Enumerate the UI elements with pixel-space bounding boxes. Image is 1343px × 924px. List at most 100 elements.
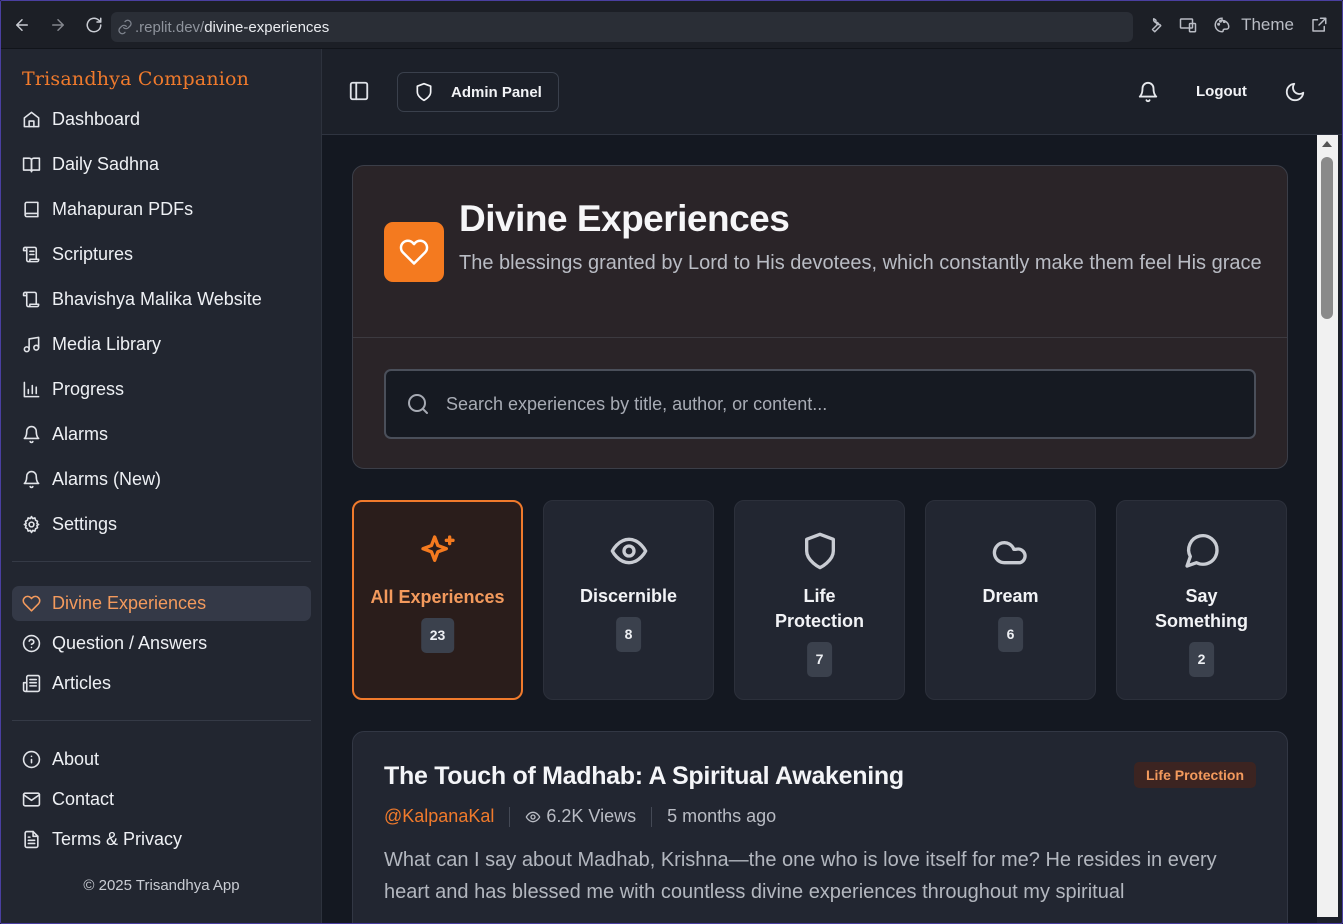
palette-icon[interactable] (1207, 10, 1237, 40)
back-arrow-icon[interactable] (5, 8, 39, 42)
gear-icon (22, 515, 42, 535)
sidebar-item-about[interactable]: About (12, 742, 311, 777)
heart-icon (22, 594, 42, 614)
sidebar-item-bhavishya-malika[interactable]: Bhavishya Malika Website (12, 282, 311, 317)
bar-chart-icon (22, 380, 42, 400)
category-tag: Life Protection (1133, 762, 1256, 788)
sidebar-item-mahapuran-pdfs[interactable]: Mahapuran PDFs (12, 192, 311, 227)
sidebar-item-settings[interactable]: Settings (12, 507, 311, 542)
category-discernible[interactable]: Discernible 8 (543, 500, 714, 700)
browser-toolbar: .replit.dev/divine-experiences Theme (1, 1, 1342, 49)
forward-arrow-icon[interactable] (41, 8, 75, 42)
wrench-icon[interactable] (1139, 10, 1169, 40)
category-count-badge: 23 (420, 618, 455, 653)
heart-icon (384, 222, 444, 282)
home-icon (22, 110, 42, 130)
sidebar-item-label: Question / Answers (52, 633, 208, 653)
shield-icon (735, 531, 904, 573)
category-say-something[interactable]: Say Something 2 (1116, 500, 1287, 700)
meta-separator (651, 806, 653, 827)
hero-card: Divine Experiences The blessings granted… (352, 165, 1288, 469)
search-box[interactable] (384, 369, 1256, 439)
mail-icon (22, 790, 42, 810)
category-label: All Experiences 23 (362, 585, 513, 653)
meta-separator (509, 806, 511, 827)
sidebar-item-progress[interactable]: Progress (12, 372, 311, 407)
experience-title[interactable]: The Touch of Madhab: A Spiritual Awakeni… (384, 762, 904, 791)
sidebar-item-scriptures[interactable]: Scriptures (12, 237, 311, 272)
sidebar-item-label: Daily Sadhna (52, 154, 160, 174)
sidebar-item-divine-experiences[interactable]: Divine Experiences (12, 586, 311, 621)
info-icon (22, 750, 42, 770)
url-domain: .replit.dev/ (135, 18, 205, 36)
category-label: Life Protection 7 (743, 584, 896, 677)
search-input[interactable] (446, 393, 1254, 415)
address-bar[interactable]: .replit.dev/divine-experiences (111, 12, 1133, 42)
sidebar-item-label: Settings (52, 514, 118, 534)
author-link[interactable]: @KalpanaKal (384, 806, 494, 827)
sidebar-item-dashboard[interactable]: Dashboard (12, 102, 311, 137)
sidebar-item-media-library[interactable]: Media Library (12, 327, 311, 362)
theme-button[interactable]: Theme (1241, 15, 1294, 35)
sidebar-toggle-icon[interactable] (348, 80, 370, 102)
category-label: Say Something 2 (1125, 584, 1278, 677)
newspaper-icon (22, 674, 42, 694)
external-link-icon[interactable] (1304, 10, 1334, 40)
admin-panel-button[interactable]: Admin Panel (397, 72, 559, 112)
main-content: Divine Experiences The blessings granted… (322, 135, 1317, 923)
sidebar-item-terms-privacy[interactable]: Terms & Privacy (12, 822, 311, 857)
category-label: Discernible 8 (552, 584, 705, 652)
logout-button[interactable]: Logout (1196, 83, 1247, 100)
sidebar-item-label: About (52, 749, 100, 769)
experience-excerpt: What can I say about Madhab, Krishna—the… (384, 849, 1217, 903)
category-count-badge: 8 (615, 617, 642, 652)
hero-header: Divine Experiences The blessings granted… (353, 166, 1287, 338)
app-header: Admin Panel Logout (322, 49, 1342, 135)
url-path: divine-experiences (204, 18, 330, 36)
category-count-badge: 7 (806, 642, 833, 677)
sidebar-item-label: Scriptures (52, 244, 134, 264)
page-subtitle: The blessings granted by Lord to His dev… (459, 252, 1262, 274)
brand-title[interactable]: Trisandhya Companion (22, 68, 249, 90)
experience-meta: @KalpanaKal 6.2K Views 5 months ago (384, 806, 776, 827)
sidebar-item-label: Progress (52, 379, 125, 399)
category-life-protection[interactable]: Life Protection 7 (734, 500, 905, 700)
link-icon (117, 19, 133, 35)
scroll-icon (22, 245, 42, 265)
category-dream[interactable]: Dream 6 (925, 500, 1096, 700)
book-icon (22, 200, 42, 220)
message-circle-icon (1117, 531, 1286, 573)
bell-icon (22, 470, 42, 490)
sidebar-item-alarms-new[interactable]: Alarms (New) (12, 462, 311, 497)
view-count: 6.2K Views (546, 806, 637, 826)
sidebar-item-label: Bhavishya Malika Website (52, 289, 262, 309)
scrollbar-thumb[interactable] (1321, 157, 1333, 319)
admin-panel-label: Admin Panel (451, 83, 542, 101)
main-scrollbar[interactable] (1317, 135, 1338, 917)
sidebar-divider (12, 561, 311, 562)
dark-mode-moon-icon[interactable] (1284, 81, 1306, 103)
scroll-up-arrow-icon[interactable] (1322, 141, 1332, 147)
sidebar-item-question-answers[interactable]: Question / Answers (12, 626, 311, 661)
sidebar-item-alarms[interactable]: Alarms (12, 417, 311, 452)
eye-icon (544, 531, 713, 573)
search-icon (406, 392, 430, 416)
sidebar-item-label: Terms & Privacy (52, 829, 183, 849)
sidebar-item-articles[interactable]: Articles (12, 666, 311, 701)
cloud-icon (926, 531, 1095, 573)
sidebar-item-contact[interactable]: Contact (12, 782, 311, 817)
browser-actions: Theme (1139, 1, 1342, 49)
file-text-icon (22, 830, 42, 850)
notifications-bell-icon[interactable] (1137, 81, 1159, 103)
experience-card[interactable]: The Touch of Madhab: A Spiritual Awakeni… (352, 731, 1288, 923)
sidebar-item-daily-sadhna[interactable]: Daily Sadhna (12, 147, 311, 182)
category-all-experiences[interactable]: All Experiences 23 (352, 500, 523, 700)
sidebar-item-label: Alarms (New) (52, 469, 162, 489)
sidebar-item-label: Articles (52, 673, 112, 693)
devices-icon[interactable] (1173, 10, 1203, 40)
sidebar-item-label: Contact (52, 789, 115, 809)
sidebar-item-label: Media Library (52, 334, 162, 354)
reload-icon[interactable] (77, 8, 111, 42)
browser-window: .replit.dev/divine-experiences Theme Tri… (0, 0, 1343, 924)
page-title: Divine Experiences (459, 198, 790, 239)
